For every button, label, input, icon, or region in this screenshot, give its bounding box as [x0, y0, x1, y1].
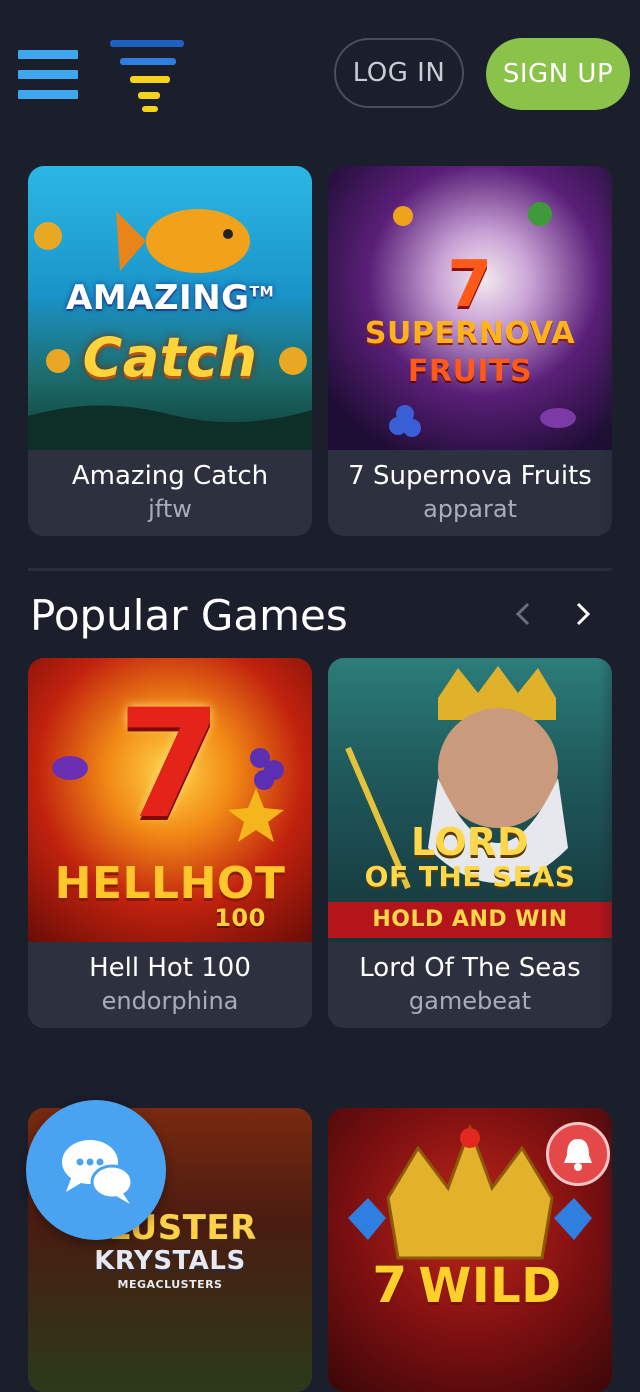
game-provider: gamebeat: [408, 987, 532, 1015]
game-card-7-supernova-fruits[interactable]: 7 SUPERNOVA FRUITS 7 Supernova Fruits ap…: [328, 166, 612, 536]
game-provider: endorphina: [101, 987, 239, 1015]
game-thumbnail: 7 SUPERNOVA FRUITS: [328, 166, 612, 450]
game-art-title: SUPERNOVA: [364, 316, 576, 351]
game-title: 7 Supernova Fruits: [348, 461, 592, 491]
bell-icon: [564, 1139, 592, 1171]
game-card-lord-of-the-seas[interactable]: LORD OF THE SEAS HOLD AND WIN Lord Of Th…: [328, 658, 612, 1028]
game-art-title: WILD: [418, 1258, 562, 1314]
chevron-right-icon[interactable]: [568, 596, 596, 632]
game-thumbnail: LORD OF THE SEAS HOLD AND WIN: [328, 658, 612, 942]
game-art-subtitle: FRUITS: [407, 354, 533, 389]
game-art-title: HELLHOT: [54, 858, 286, 909]
game-art-subtitle: KRYSTALS: [94, 1246, 246, 1276]
game-provider: jftw: [148, 495, 192, 523]
game-art-trademark: TM: [249, 284, 275, 301]
game-art-subtitle: Catch: [82, 326, 258, 389]
game-provider: apparat: [423, 495, 517, 523]
game-card-amazing-catch[interactable]: AMAZINGTM Catch Amazing Catch jftw: [28, 166, 312, 536]
game-thumbnail: 7 HELLHOT 100: [28, 658, 312, 942]
game-card-meta: Amazing Catch jftw: [28, 450, 312, 536]
menu-icon[interactable]: [18, 50, 78, 100]
game-art-subtitle: 100: [214, 904, 266, 932]
login-button[interactable]: LOG IN: [334, 38, 464, 108]
site-logo[interactable]: [110, 40, 186, 116]
game-card-meta: 7 Supernova Fruits apparat: [328, 450, 612, 536]
game-title: Lord Of The Seas: [359, 953, 581, 983]
signup-button[interactable]: SIGN UP: [486, 38, 630, 110]
game-art-tagline: HOLD AND WIN: [328, 902, 612, 938]
game-thumbnail: AMAZINGTM Catch: [28, 166, 312, 450]
chevron-left-icon[interactable]: [510, 596, 538, 632]
game-title: Amazing Catch: [71, 461, 269, 491]
game-card-meta: Hell Hot 100 endorphina: [28, 942, 312, 1028]
top-header: LOG IN SIGN UP: [0, 0, 640, 140]
game-art-tagline: MEGACLUSTERS: [117, 1278, 223, 1291]
game-title: Hell Hot 100: [89, 953, 251, 983]
game-card-hell-hot-100[interactable]: 7 HELLHOT 100 Hell Hot 100 endorphina: [28, 658, 312, 1028]
poseidon-icon: [345, 666, 568, 890]
chat-bubbles-icon: [62, 1140, 134, 1204]
section-title-popular-games: Popular Games: [30, 591, 348, 640]
game-art-digit: 7: [447, 248, 493, 322]
game-art-subtitle: OF THE SEAS: [364, 860, 576, 893]
game-art-title: AMAZING: [65, 278, 250, 318]
notifications-button[interactable]: [546, 1122, 610, 1186]
game-card-meta: Lord Of The Seas gamebeat: [328, 942, 612, 1028]
game-art-title: LORD: [411, 820, 529, 864]
section-divider: [28, 568, 612, 571]
live-chat-button[interactable]: [26, 1100, 166, 1240]
